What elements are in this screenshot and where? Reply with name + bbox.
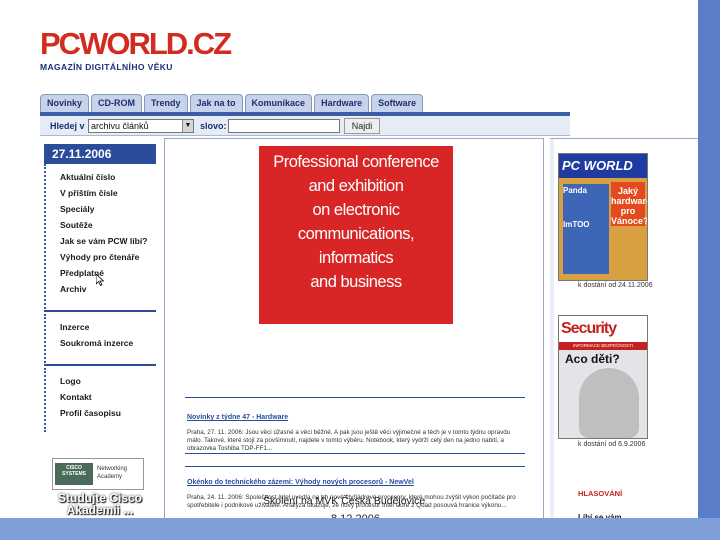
cisco-academy-logo[interactable]: CISCO SYSTEMS Networking Academy [52, 458, 144, 490]
search-button[interactable]: Najdi [344, 118, 380, 134]
cover-masthead: Security [559, 316, 647, 342]
divider [185, 466, 525, 467]
search-scope-label: Hledej v [50, 121, 85, 131]
cisco-promo-link[interactable]: Studujte Cisco Akademii ... [40, 492, 160, 516]
slide-caption: Školení na MVK Česká Budějovice [263, 495, 426, 507]
current-date: 27.11.2006 [44, 144, 156, 164]
tab-jak-na-to[interactable]: Jak na to [189, 94, 243, 112]
cover-label: Panda [563, 186, 588, 195]
mouse-cursor-icon [96, 274, 104, 286]
cover-headline: Aco děti? [565, 352, 620, 366]
search-word-label: slovo: [200, 121, 227, 131]
banner-line: and exhibition [308, 177, 404, 195]
sidebar-item-souteze[interactable]: Soutěže [46, 218, 156, 234]
sidebar-item-specialy[interactable]: Speciály [46, 202, 156, 218]
search-input[interactable] [228, 119, 340, 133]
column-stripe [550, 139, 554, 519]
sidebar-group-magazine: Aktuální číslo V příštím čísle Speciály … [44, 164, 156, 312]
left-sidebar: 27.11.2006 Aktuální číslo V příštím čísl… [44, 144, 156, 518]
cover-availability: k dostání od 24.11.2006 [578, 282, 653, 289]
cover-subtitle: INFORMACE BEZPEČNOSTI [559, 342, 647, 350]
tab-novinky[interactable]: Novinky [40, 94, 90, 112]
banner-line: and business [310, 273, 402, 291]
sidebar-item-soukroma-inzerce[interactable]: Soukromá inzerce [46, 336, 156, 352]
cover-headline: Jaký hardware pro Vánoce? [611, 182, 647, 226]
banner-line: on electronic [312, 201, 400, 219]
sidebar-item-jak-se-vam-libi[interactable]: Jak se vám PCW líbí? [46, 234, 156, 250]
sidebar-item-v-pristim-cisle[interactable]: V příštím čísle [46, 186, 156, 202]
search-scope-select[interactable]: archivu článků ▼ [88, 119, 194, 133]
main-tabs: Novinky CD-ROM Trendy Jak na to Komunika… [40, 94, 425, 112]
security-cover-image[interactable]: Security INFORMACE BEZPEČNOSTI Aco děti? [558, 315, 648, 439]
main-content: Professional conference and exhibition o… [164, 138, 544, 525]
site-logo[interactable]: PCWORLD.CZ MAGAZÍN DIGITÁLNÍHO VĚKU [40, 26, 232, 73]
logo-tagline: MAGAZÍN DIGITÁLNÍHO VĚKU [40, 62, 173, 72]
banner-line: informatics [318, 249, 394, 267]
sidebar-group-ads: Inzerce Soukromá inzerce [44, 314, 156, 366]
sidebar-item-inzerce[interactable]: Inzerce [46, 320, 156, 336]
slide: PCWORLD.CZ MAGAZÍN DIGITÁLNÍHO VĚKU Novi… [0, 0, 720, 540]
poll-heading: HLASOVÁNÍ [578, 489, 623, 498]
cover-photo [563, 184, 609, 274]
pcworld-cover-image[interactable]: PC WORLD Panda ImTOO Jaký hardware pro V… [558, 153, 648, 281]
slide-right-border [698, 0, 720, 540]
tab-komunikace[interactable]: Komunikace [244, 94, 313, 112]
sidebar-group-about: Logo Kontakt Profil časopisu [44, 368, 156, 432]
sidebar-item-logo[interactable]: Logo [46, 374, 156, 390]
tab-trendy[interactable]: Trendy [144, 94, 188, 112]
sidebar-item-profil[interactable]: Profil časopisu [46, 406, 156, 422]
right-sidebar: PC WORLD Panda ImTOO Jaký hardware pro V… [550, 138, 698, 522]
teddy-bear-image [579, 368, 639, 438]
cover-label: ImTOO [563, 220, 590, 229]
divider [185, 453, 525, 454]
sidebar-item-aktualni-cislo[interactable]: Aktuální číslo [46, 170, 156, 186]
tab-cd-rom[interactable]: CD-ROM [91, 94, 143, 112]
divider [185, 397, 525, 398]
banner-line: Professional conference [273, 153, 439, 171]
chevron-down-icon[interactable]: ▼ [182, 120, 193, 132]
news-body: Praha, 27. 11. 2006: Jsou věci úžasné a … [187, 429, 511, 452]
search-bar: Hledej v archivu článků ▼ slovo: Najdi [40, 116, 570, 136]
slide-bottom-border [0, 518, 720, 540]
logo-wordmark: PCWORLD.CZ [40, 26, 232, 61]
news-title[interactable]: Okénko do technického zázemí: Výhody nov… [187, 479, 414, 486]
search-scope-value: archivu článků [91, 121, 149, 131]
news-title[interactable]: Novinky z týdne 47 - Hardware [187, 414, 288, 421]
cisco-systems-mark: CISCO SYSTEMS [55, 463, 93, 485]
tab-hardware[interactable]: Hardware [314, 94, 370, 112]
banner-line: communications, [297, 225, 415, 243]
sidebar-item-vyhody[interactable]: Výhody pro čtenáře [46, 250, 156, 266]
networking-academy-label: Networking Academy [97, 466, 128, 480]
cover-availability: k dostání od 6.9.2006 [578, 441, 646, 448]
conference-banner[interactable]: Professional conference and exhibition o… [259, 146, 453, 324]
tab-software[interactable]: Software [371, 94, 424, 112]
sidebar-item-kontakt[interactable]: Kontakt [46, 390, 156, 406]
cover-masthead: PC WORLD [559, 154, 647, 178]
